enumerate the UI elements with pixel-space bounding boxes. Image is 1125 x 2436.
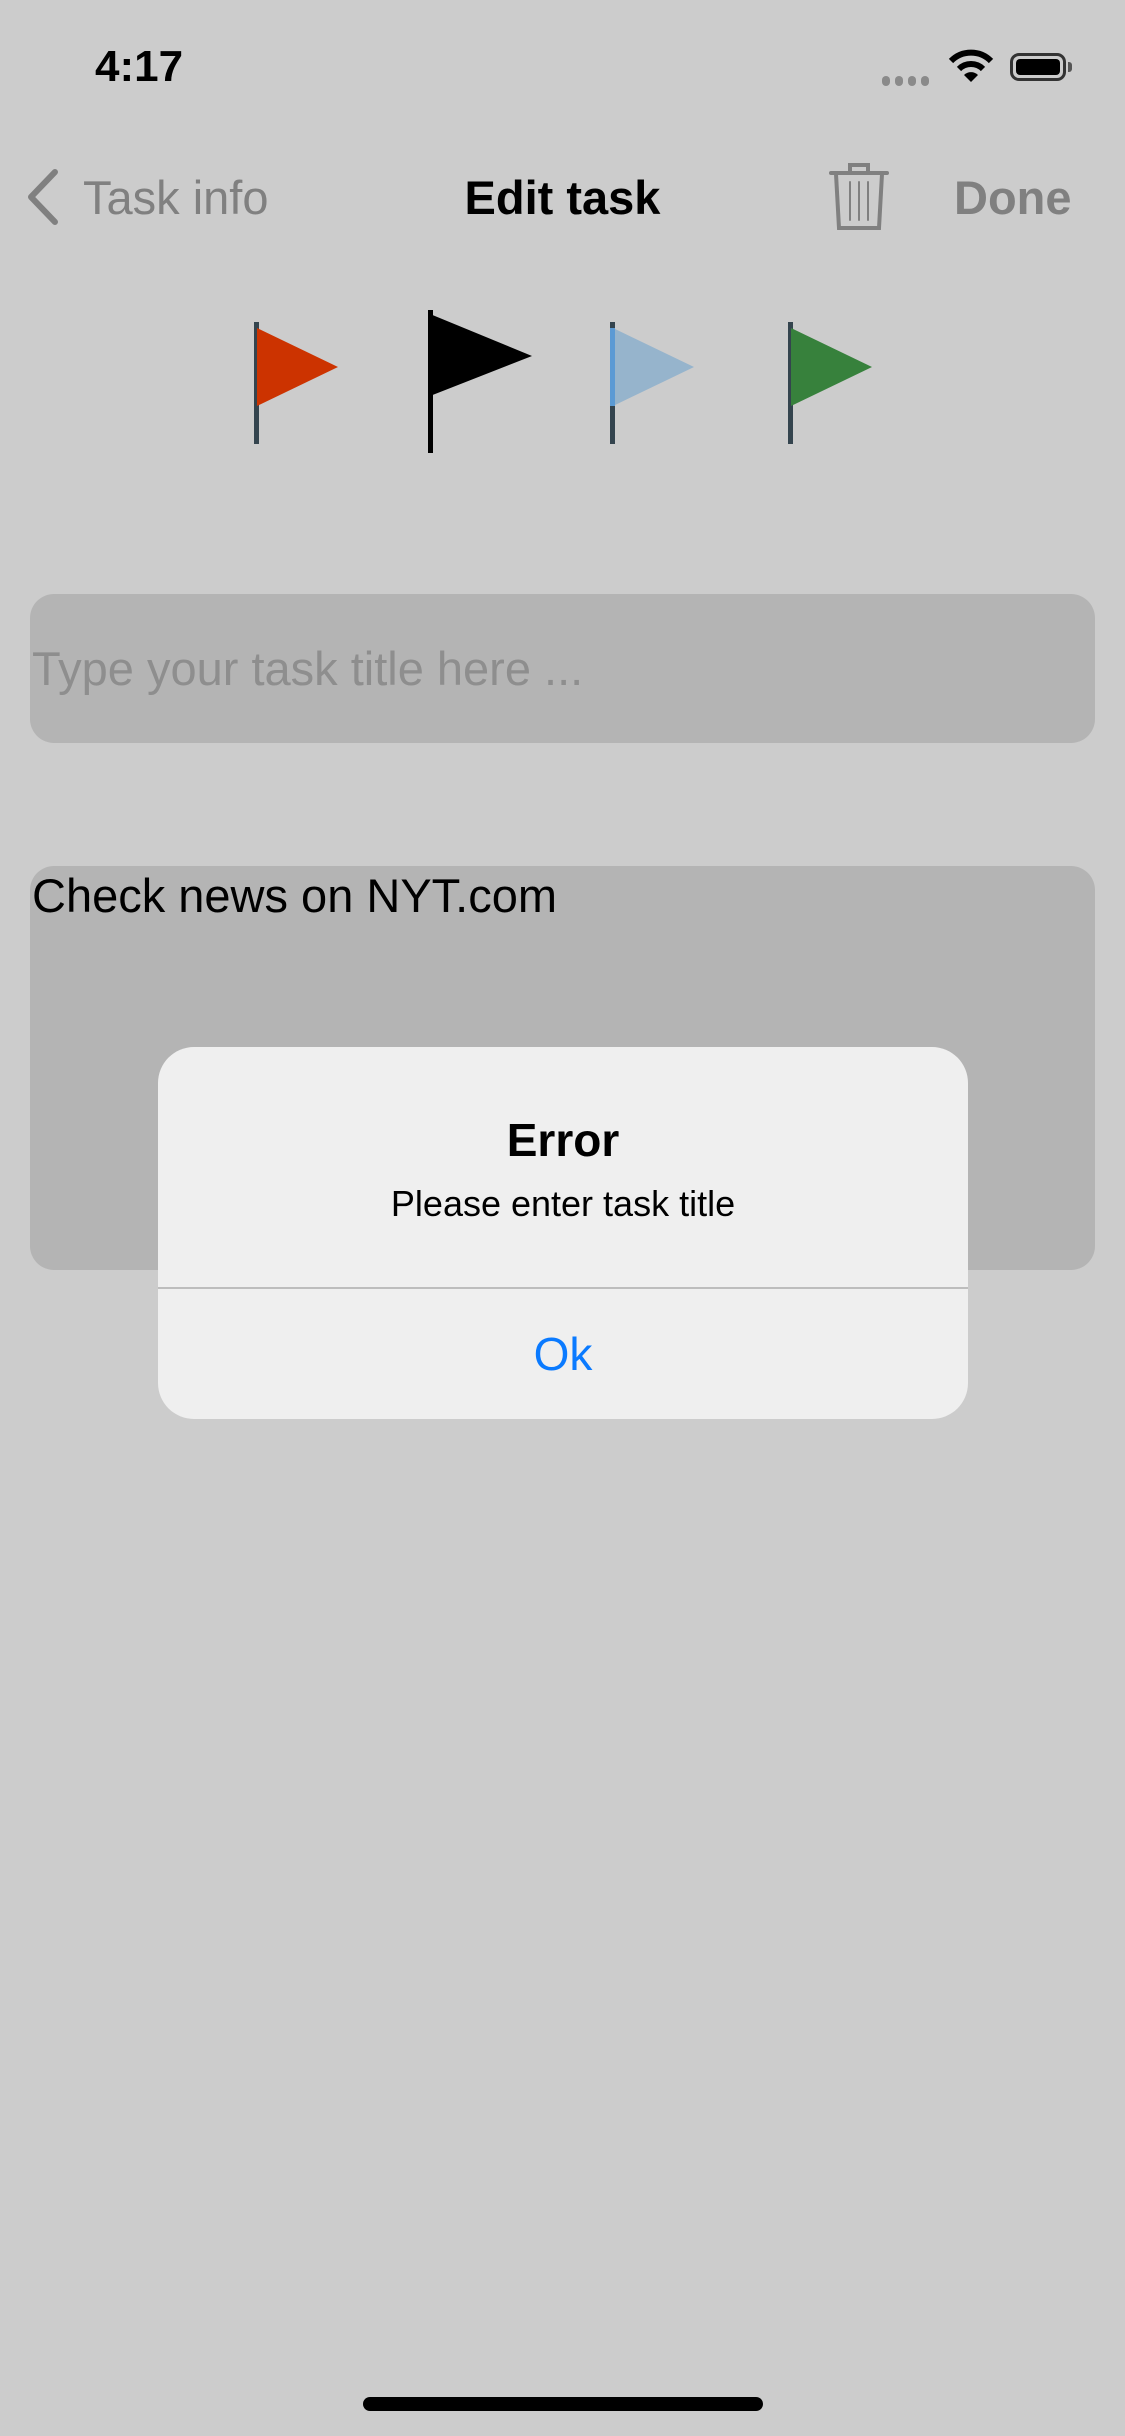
- error-alert: Error Please enter task title Ok: [158, 1047, 968, 1419]
- flag-red-icon[interactable]: [252, 322, 342, 447]
- wifi-icon: [948, 49, 994, 82]
- trash-icon[interactable]: [828, 160, 890, 232]
- alert-ok-button[interactable]: Ok: [158, 1289, 968, 1419]
- flag-green-icon[interactable]: [786, 322, 876, 447]
- alert-title: Error: [506, 1114, 620, 1166]
- battery-icon: [1010, 53, 1066, 81]
- alert-message: Please enter task title: [390, 1183, 736, 1224]
- task-title-input[interactable]: [30, 594, 1095, 743]
- status-time: 4:17: [95, 42, 184, 91]
- flag-light-blue-icon[interactable]: [608, 322, 698, 447]
- done-button[interactable]: Done: [954, 170, 1072, 225]
- cellular-signal-icon: [882, 76, 929, 86]
- home-indicator[interactable]: [363, 2397, 763, 2411]
- battery-tip: [1068, 62, 1072, 72]
- flag-black-icon[interactable]: [426, 310, 536, 455]
